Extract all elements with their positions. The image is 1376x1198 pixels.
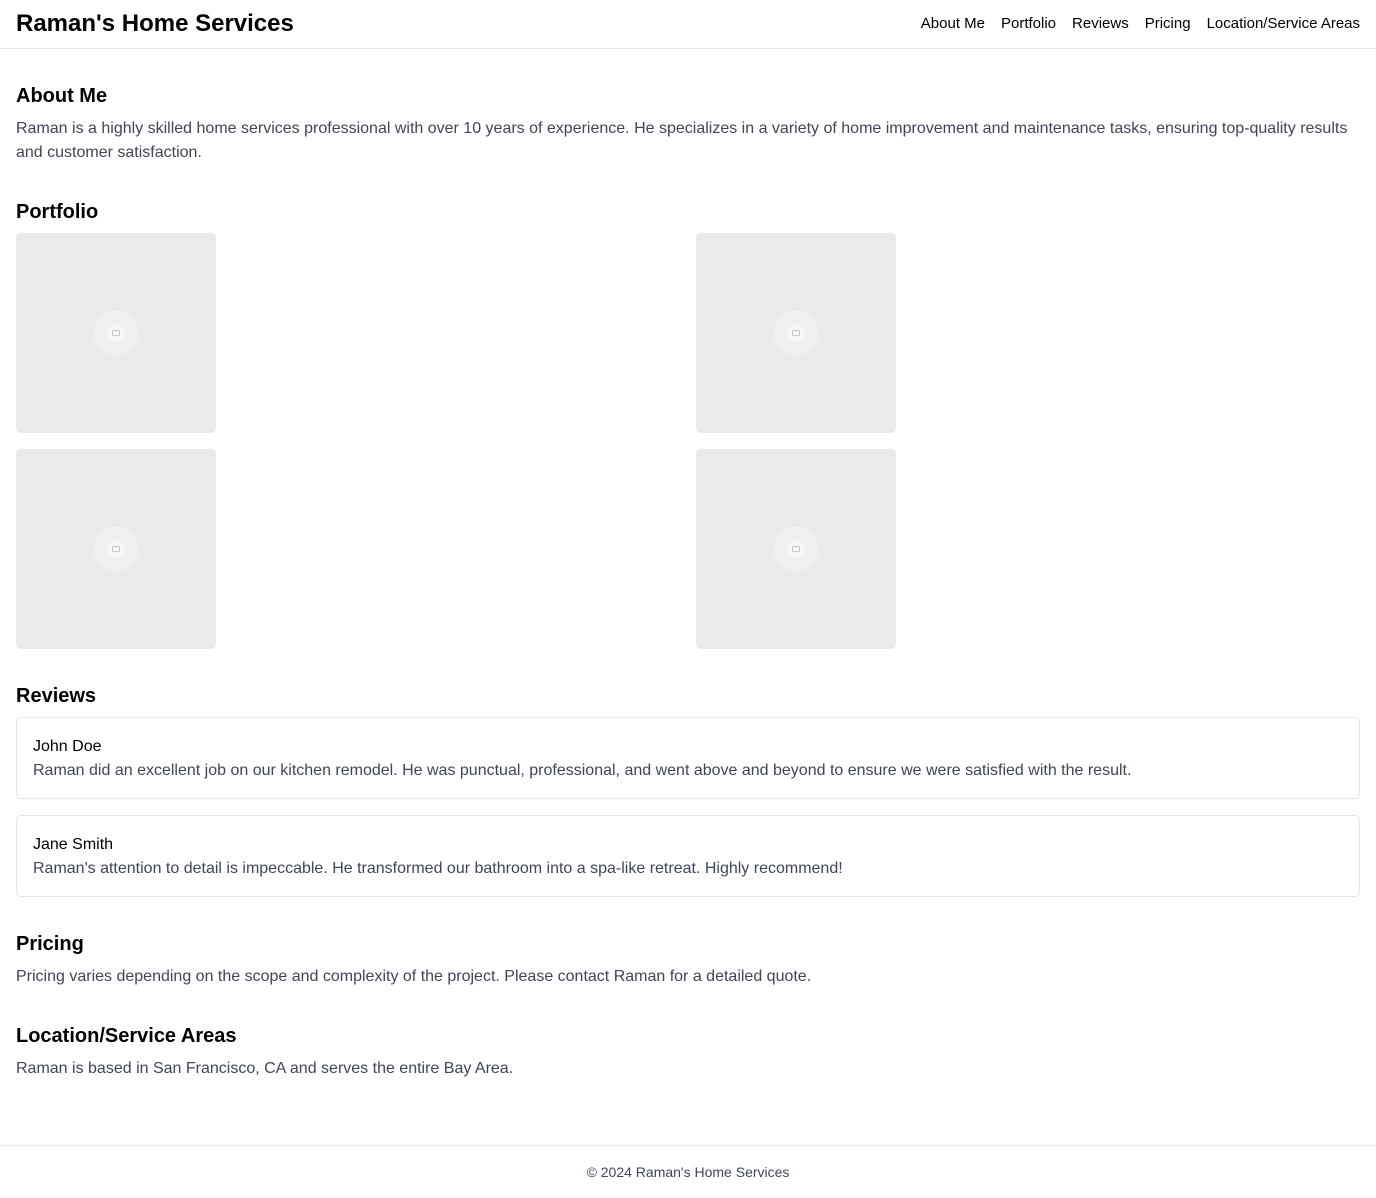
location-text: Raman is based in San Francisco, CA and …: [16, 1060, 514, 1077]
nav-link-location[interactable]: Location/Service Areas: [1207, 14, 1360, 34]
nav-link-about-me[interactable]: About Me: [921, 14, 985, 34]
nav-link-pricing[interactable]: Pricing: [1145, 14, 1191, 34]
site-header: Raman's Home Services About Me Portfolio…: [0, 0, 1376, 49]
review-card: John Doe Raman did an excellent job on o…: [16, 717, 1360, 799]
review-text: Raman did an excellent job on our kitche…: [33, 762, 1132, 779]
site-footer: © 2024 Raman's Home Services: [0, 1145, 1376, 1198]
location-heading: Location/Service Areas: [16, 1025, 237, 1047]
portfolio-image-4[interactable]: [696, 449, 896, 649]
image-placeholder-icon: [774, 527, 818, 571]
review-author: John Doe: [33, 738, 102, 755]
about-heading: About Me: [16, 85, 108, 107]
image-placeholder-icon: [94, 527, 138, 571]
review-author: Jane Smith: [33, 836, 114, 853]
image-placeholder-icon: [774, 311, 818, 355]
portfolio-image-2[interactable]: [696, 233, 896, 433]
portfolio-image-3[interactable]: [16, 449, 216, 649]
portfolio-heading: Portfolio: [16, 201, 99, 223]
main-nav: About Me Portfolio Reviews Pricing Locat…: [921, 14, 1360, 34]
image-placeholder-icon: [94, 311, 138, 355]
about-text: Raman is a highly skilled home services …: [16, 120, 1348, 161]
review-text: Raman's attention to detail is impeccabl…: [33, 860, 843, 877]
review-card: Jane Smith Raman's attention to detail i…: [16, 815, 1360, 897]
nav-link-portfolio[interactable]: Portfolio: [1001, 14, 1056, 34]
footer-copyright: © 2024 Raman's Home Services: [586, 1164, 790, 1180]
pricing-text: Pricing varies depending on the scope an…: [16, 968, 812, 985]
portfolio-image-1[interactable]: [16, 233, 216, 433]
pricing-heading: Pricing: [16, 933, 84, 955]
reviews-heading: Reviews: [16, 685, 97, 707]
nav-link-reviews[interactable]: Reviews: [1072, 14, 1129, 34]
site-title[interactable]: Raman's Home Services: [16, 9, 294, 39]
